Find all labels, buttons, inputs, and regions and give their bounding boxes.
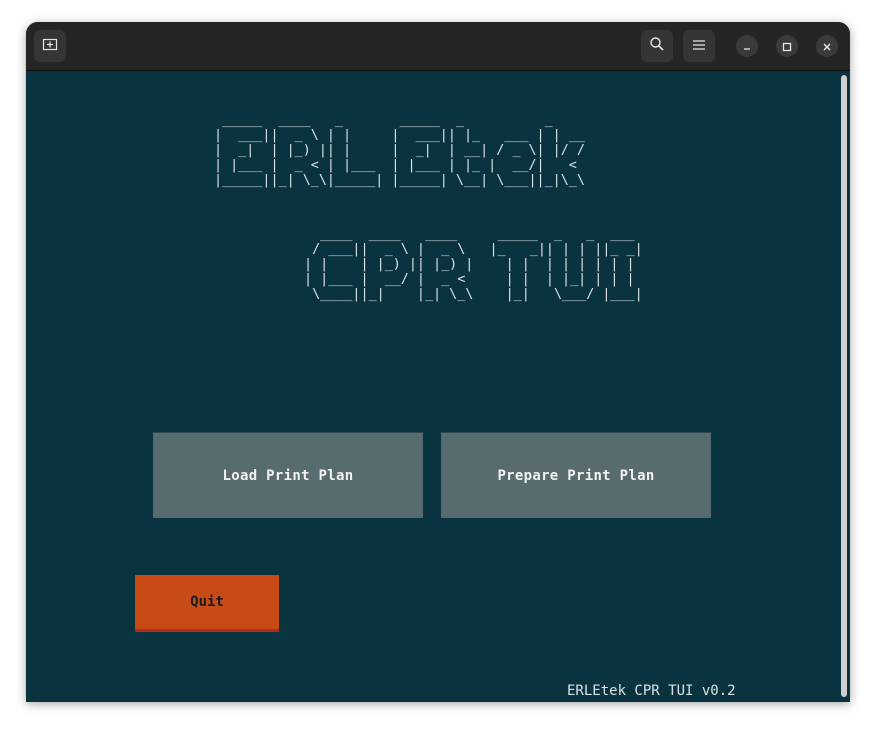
- terminal-window: _____ ____ _ _____ _ _ | ___|| _ \ | | |…: [26, 22, 850, 702]
- load-print-plan-button[interactable]: Load Print Plan: [153, 432, 423, 518]
- prepare-print-plan-button[interactable]: Prepare Print Plan: [441, 432, 711, 518]
- new-tab-button[interactable]: [34, 30, 66, 62]
- titlebar: [26, 22, 850, 71]
- scrollbar[interactable]: [838, 71, 850, 702]
- minimize-button[interactable]: [736, 35, 758, 57]
- menu-button[interactable]: [683, 30, 715, 62]
- hamburger-menu-icon: [692, 37, 706, 56]
- version-label: ERLEtek CPR TUI v0.2: [567, 683, 736, 699]
- close-button[interactable]: [816, 35, 838, 57]
- maximize-button[interactable]: [776, 35, 798, 57]
- search-button[interactable]: [641, 30, 673, 62]
- cpr-tui-ascii-banner: ____ ____ ____ _____ _ _ ___ / ___|| _ \…: [304, 227, 643, 302]
- scrollbar-thumb[interactable]: [841, 75, 847, 697]
- new-tab-icon: [42, 36, 58, 56]
- quit-button[interactable]: Quit: [135, 575, 279, 632]
- tui-content: _____ ____ _ _____ _ _ | ___|| _ \ | | |…: [26, 71, 838, 702]
- minimize-icon: [742, 37, 752, 56]
- erletek-ascii-banner: _____ ____ _ _____ _ _ | ___|| _ \ | | |…: [214, 113, 585, 188]
- search-icon: [649, 36, 665, 56]
- close-icon: [822, 37, 832, 56]
- maximize-icon: [782, 37, 792, 56]
